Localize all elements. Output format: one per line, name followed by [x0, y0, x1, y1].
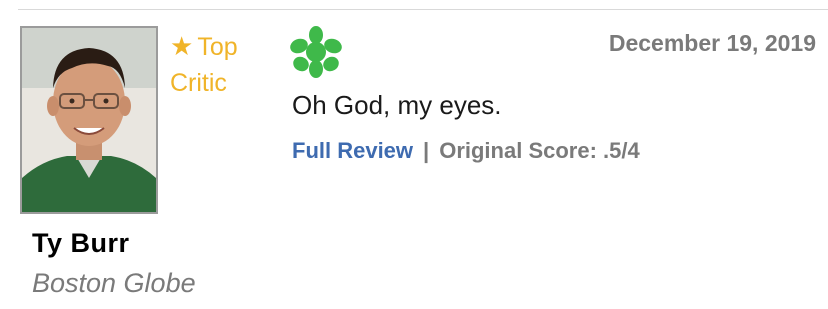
critic-avatar[interactable]: [20, 26, 158, 214]
review-date: December 19, 2019: [608, 30, 816, 56]
top-critic-label-line2: Critic: [170, 69, 227, 97]
publication-name[interactable]: Boston Globe: [32, 268, 196, 299]
critic-name[interactable]: Ty Burr: [32, 228, 130, 259]
original-score: Original Score: .5/4: [439, 138, 640, 163]
top-critic-badge: ★ Top Critic: [170, 28, 238, 101]
full-review-link[interactable]: Full Review: [292, 138, 413, 163]
top-divider: [18, 9, 828, 10]
rotten-splat-icon: [290, 26, 342, 78]
meta-separator: |: [423, 138, 430, 163]
top-critic-label-line1: Top: [197, 33, 238, 61]
review-quote: Oh God, my eyes.: [292, 90, 502, 120]
star-icon: ★: [170, 31, 194, 61]
review-meta-row: Full Review | Original Score: .5/4: [292, 138, 640, 164]
critic-portrait-image: [22, 28, 156, 212]
